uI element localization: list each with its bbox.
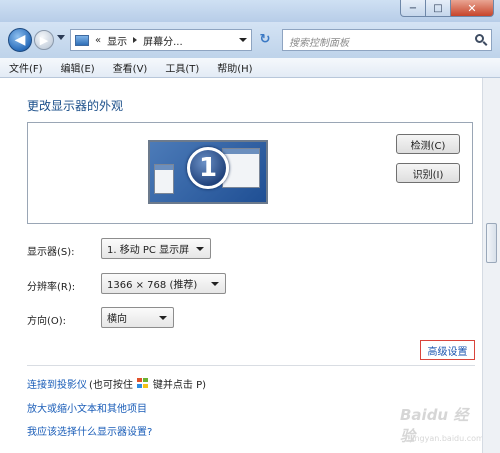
menu-help[interactable]: 帮助(H) [208, 60, 261, 75]
identify-button[interactable]: 识别(I) [396, 163, 460, 183]
resolution-select-value: 1366 × 768 (推荐) [107, 280, 198, 291]
resolution-select[interactable]: 1366 × 768 (推荐) [101, 273, 226, 294]
advanced-settings-link[interactable]: 高级设置 [420, 340, 475, 360]
watermark-sub: jingyan.baidu.com [410, 434, 484, 443]
orientation-select-value: 横向 [107, 314, 127, 325]
orientation-label: 方向(O): [27, 316, 67, 327]
menu-view[interactable]: 查看(V) [104, 60, 157, 75]
recent-pages-dropdown[interactable] [57, 35, 65, 40]
menu-tools[interactable]: 工具(T) [156, 60, 208, 75]
which-settings-link[interactable]: 我应该选择什么显示器设置? [27, 423, 152, 438]
orientation-select[interactable]: 横向 [101, 307, 174, 328]
baidu-watermark: Baidu 经验 jingyan.baidu.com [400, 404, 484, 450]
search-icon[interactable] [475, 34, 484, 43]
menu-file[interactable]: 文件(F) [0, 60, 52, 75]
display-select-value: 1. 移动 PC 显示屏 [107, 245, 190, 256]
detect-button[interactable]: 检测(C) [396, 134, 460, 154]
monitor-1-preview[interactable]: 1 [148, 140, 268, 204]
breadcrumb-display[interactable]: 显示 [107, 33, 127, 48]
monitor-number-badge: 1 [187, 147, 229, 189]
main-content: 更改显示器的外观 1 检测(C) 识别(I) 显示器(S): 1. 移动 PC … [0, 78, 484, 453]
scrollbar-thumb[interactable] [486, 223, 497, 263]
resolution-label: 分辨率(R): [27, 282, 76, 293]
windows-logo-icon [136, 378, 149, 389]
address-bar[interactable]: « 显示 屏幕分... [70, 29, 252, 51]
display-select[interactable]: 1. 移动 PC 显示屏 [101, 238, 211, 259]
breadcrumb-arrow-icon[interactable] [133, 37, 138, 43]
display-label: 显示器(S): [27, 247, 75, 258]
window-controls: − □ ✕ [400, 0, 494, 17]
projector-row: 连接到投影仪 (也可按住 键并点击 P) [27, 376, 206, 391]
mini-window-icon [154, 164, 174, 194]
close-button[interactable]: ✕ [451, 0, 494, 17]
chevron-down-icon [211, 282, 219, 286]
title-bar: − □ ✕ [0, 0, 500, 22]
chevron-down-icon [196, 247, 204, 251]
menu-bar: 文件(F) 编辑(E) 查看(V) 工具(T) 帮助(H) [0, 58, 500, 78]
navigation-bar: ◀ ▶ « 显示 屏幕分... ↻ 搜索控制面板 [0, 22, 500, 58]
projector-hint: (也可按住 [89, 380, 133, 391]
breadcrumb-screen-resolution[interactable]: 屏幕分... [143, 33, 183, 48]
display-preview: 1 检测(C) 识别(I) [27, 122, 473, 224]
page-title: 更改显示器的外观 [27, 99, 124, 113]
chevron-down-icon [159, 316, 167, 320]
minimize-button[interactable]: − [400, 0, 426, 17]
address-dropdown-icon[interactable] [239, 38, 247, 42]
menu-edit[interactable]: 编辑(E) [52, 60, 104, 75]
projector-hint-suffix: 键并点击 P) [152, 380, 207, 391]
vertical-scrollbar[interactable] [482, 78, 500, 453]
text-size-link[interactable]: 放大或缩小文本和其他项目 [27, 400, 147, 415]
connect-projector-link[interactable]: 连接到投影仪 [27, 376, 87, 391]
search-box[interactable]: 搜索控制面板 [282, 29, 492, 51]
breadcrumb-overflow[interactable]: « [95, 35, 101, 46]
maximize-button[interactable]: □ [426, 0, 451, 17]
control-panel-icon [75, 34, 89, 46]
back-button[interactable]: ◀ [8, 28, 32, 52]
forward-button[interactable]: ▶ [34, 30, 54, 50]
refresh-icon[interactable]: ↻ [256, 31, 274, 49]
search-input[interactable]: 搜索控制面板 [289, 34, 349, 49]
divider [27, 365, 475, 366]
